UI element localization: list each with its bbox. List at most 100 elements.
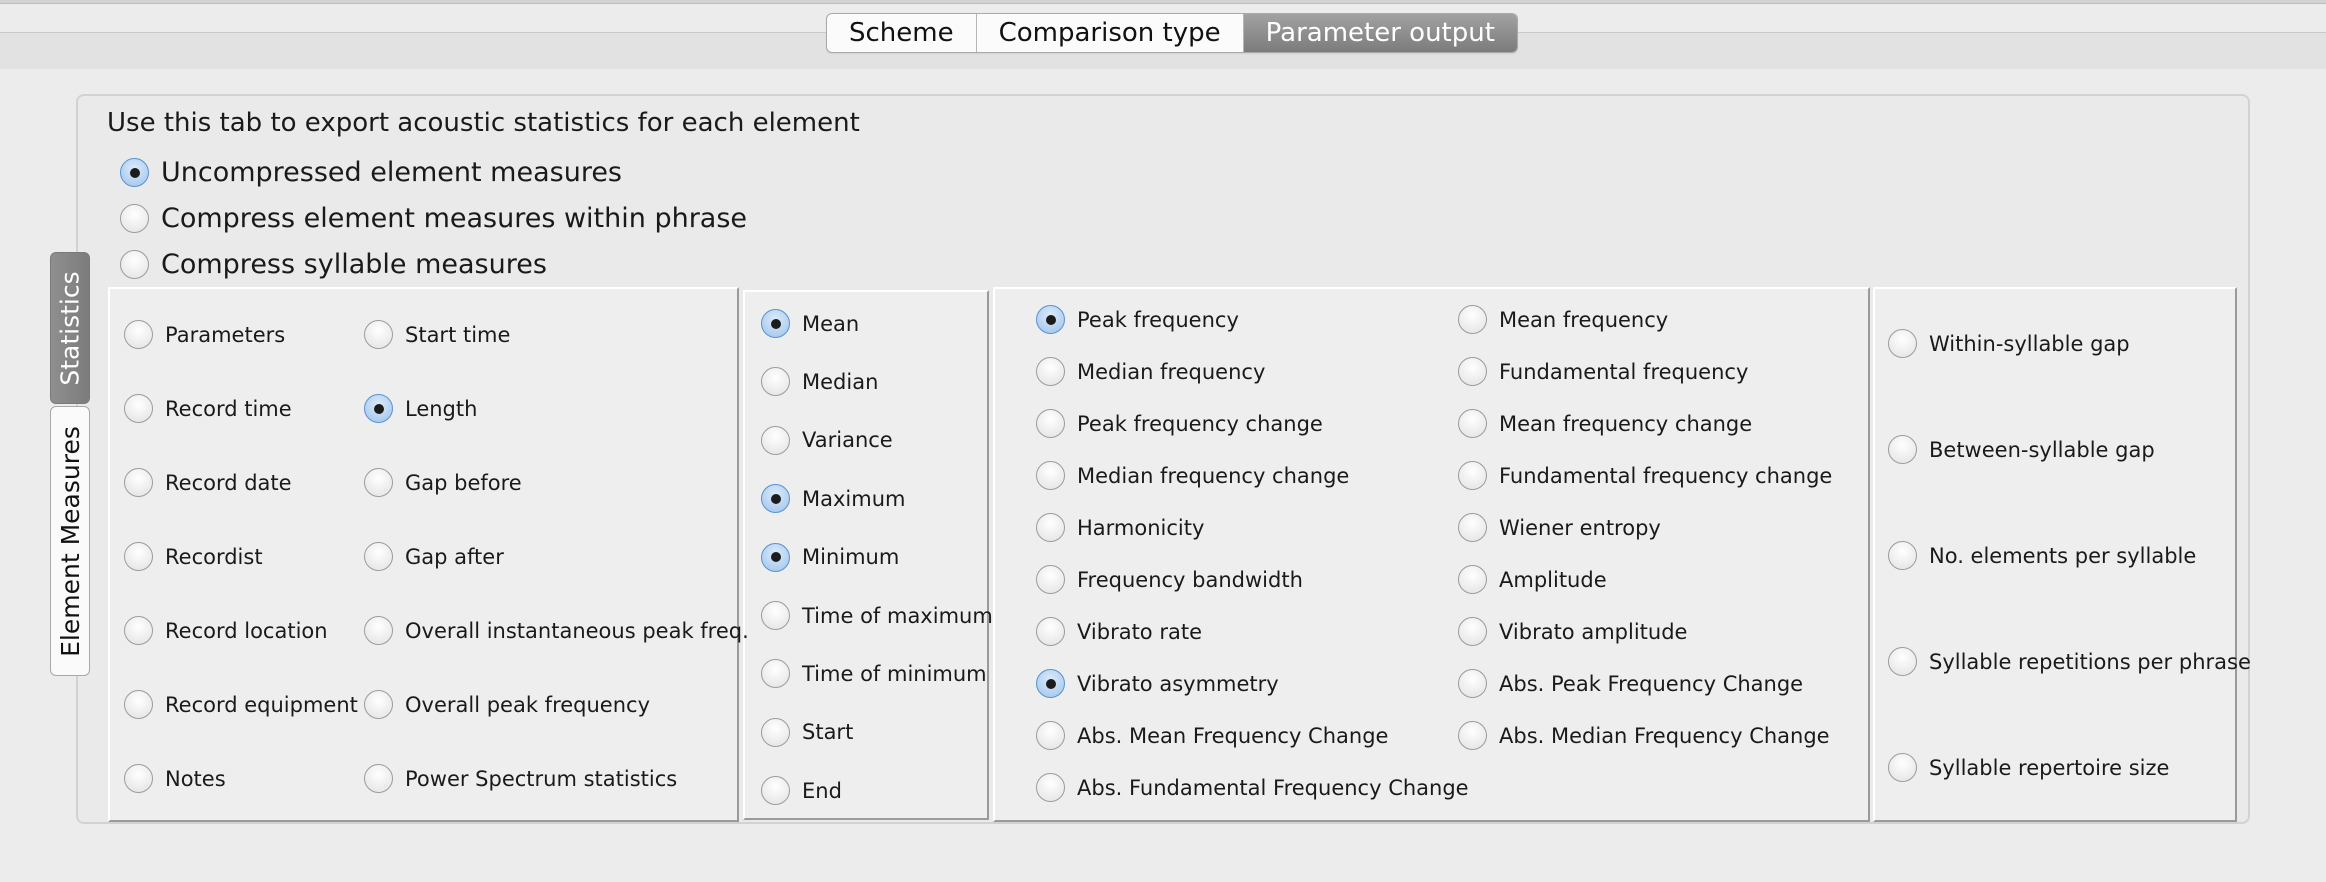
metadata-option-recordist[interactable]: Recordist <box>124 542 263 571</box>
radio-button-abs-median-frequency-change[interactable] <box>1458 721 1487 750</box>
measure-option-abs-mean-frequency-change[interactable]: Abs. Mean Frequency Change <box>1036 721 1388 750</box>
radio-button-vibrato-rate[interactable] <box>1036 617 1065 646</box>
measure-option-vibrato-asymmetry[interactable]: Vibrato asymmetry <box>1036 669 1279 698</box>
radio-button-time-of-minimum[interactable] <box>761 659 790 689</box>
radio-button-abs-fundamental-frequency-change[interactable] <box>1036 773 1065 802</box>
tab-scheme[interactable]: Scheme <box>827 14 977 52</box>
radio-button-syllable-repetitions-per-phrase[interactable] <box>1888 647 1917 676</box>
compression-option-compress-syllable-measures[interactable]: Compress syllable measures <box>120 249 547 280</box>
radio-button-frequency-bandwidth[interactable] <box>1036 565 1065 594</box>
radio-button-median-frequency[interactable] <box>1036 357 1065 386</box>
measure-option-median-frequency[interactable]: Median frequency <box>1036 357 1265 386</box>
radio-button-within-syllable-gap[interactable] <box>1888 329 1917 358</box>
measure-option-median-frequency-change[interactable]: Median frequency change <box>1036 461 1349 490</box>
side-tab-element-measures[interactable]: Element Measures <box>50 406 90 676</box>
statistic-option-mean[interactable]: Mean <box>761 309 859 338</box>
metadata-option-record-date[interactable]: Record date <box>124 468 292 497</box>
radio-button-peak-frequency-change[interactable] <box>1036 409 1065 438</box>
radio-button-gap-after[interactable] <box>364 542 393 571</box>
radio-button-compress-syllable-measures[interactable] <box>120 250 149 279</box>
tab-comparison-type[interactable]: Comparison type <box>977 14 1244 52</box>
radio-button-wiener-entropy[interactable] <box>1458 513 1487 542</box>
compression-option-compress-element-measures-within-phrase[interactable]: Compress element measures within phrase <box>120 203 747 234</box>
statistic-option-end[interactable]: End <box>761 776 842 806</box>
radio-button-no-elements-per-syllable[interactable] <box>1888 541 1917 570</box>
metadata-option-start-time[interactable]: Start time <box>364 320 510 349</box>
radio-button-parameters[interactable] <box>124 320 153 349</box>
compression-option-uncompressed-element-measures[interactable]: Uncompressed element measures <box>120 157 622 188</box>
radio-button-harmonicity[interactable] <box>1036 513 1065 542</box>
radio-button-peak-frequency[interactable] <box>1036 305 1065 334</box>
side-tab-statistics[interactable]: Statistics <box>50 252 90 404</box>
radio-button-time-of-maximum[interactable] <box>761 601 790 630</box>
metadata-option-record-location[interactable]: Record location <box>124 616 328 645</box>
radio-button-amplitude[interactable] <box>1458 565 1487 594</box>
metadata-option-gap-after[interactable]: Gap after <box>364 542 504 571</box>
metadata-option-length[interactable]: Length <box>364 394 477 423</box>
metadata-option-overall-peak-frequency[interactable]: Overall peak frequency <box>364 690 650 719</box>
metadata-option-parameters[interactable]: Parameters <box>124 320 285 349</box>
radio-button-mean-frequency[interactable] <box>1458 305 1487 334</box>
statistic-option-median[interactable]: Median <box>761 367 878 397</box>
syllable-option-no-elements-per-syllable[interactable]: No. elements per syllable <box>1888 541 2196 570</box>
syllable-option-syllable-repertoire-size[interactable]: Syllable repertoire size <box>1888 753 2169 782</box>
radio-button-start-time[interactable] <box>364 320 393 349</box>
radio-button-start[interactable] <box>761 717 790 747</box>
radio-button-syllable-repertoire-size[interactable] <box>1888 753 1917 782</box>
measure-option-frequency-bandwidth[interactable]: Frequency bandwidth <box>1036 565 1303 594</box>
measure-option-wiener-entropy[interactable]: Wiener entropy <box>1458 513 1661 542</box>
radio-button-power-spectrum-statistics[interactable] <box>364 764 393 793</box>
radio-button-abs-mean-frequency-change[interactable] <box>1036 721 1065 750</box>
radio-button-end[interactable] <box>761 776 790 806</box>
radio-button-overall-instantaneous-peak-freq[interactable] <box>364 616 393 645</box>
measure-option-mean-frequency-change[interactable]: Mean frequency change <box>1458 409 1752 438</box>
measure-option-fundamental-frequency-change[interactable]: Fundamental frequency change <box>1458 461 1832 490</box>
measure-option-mean-frequency[interactable]: Mean frequency <box>1458 305 1668 334</box>
statistic-option-time-of-minimum[interactable]: Time of minimum <box>761 659 987 689</box>
syllable-option-within-syllable-gap[interactable]: Within-syllable gap <box>1888 329 2130 358</box>
radio-button-gap-before[interactable] <box>364 468 393 497</box>
radio-button-minimum[interactable] <box>761 542 790 572</box>
radio-button-fundamental-frequency-change[interactable] <box>1458 461 1487 490</box>
radio-button-between-syllable-gap[interactable] <box>1888 435 1917 464</box>
radio-button-median-frequency-change[interactable] <box>1036 461 1065 490</box>
metadata-option-gap-before[interactable]: Gap before <box>364 468 522 497</box>
metadata-option-overall-instantaneous-peak-freq[interactable]: Overall instantaneous peak freq. <box>364 616 749 645</box>
measure-option-abs-median-frequency-change[interactable]: Abs. Median Frequency Change <box>1458 721 1830 750</box>
radio-button-record-date[interactable] <box>124 468 153 497</box>
metadata-option-record-time[interactable]: Record time <box>124 394 292 423</box>
radio-button-mean[interactable] <box>761 309 790 338</box>
statistic-option-time-of-maximum[interactable]: Time of maximum <box>761 601 993 630</box>
radio-button-abs-peak-frequency-change[interactable] <box>1458 669 1487 698</box>
measure-option-abs-fundamental-frequency-change[interactable]: Abs. Fundamental Frequency Change <box>1036 773 1469 802</box>
radio-button-length[interactable] <box>364 394 393 423</box>
measure-option-fundamental-frequency[interactable]: Fundamental frequency <box>1458 357 1748 386</box>
radio-button-record-time[interactable] <box>124 394 153 423</box>
statistic-option-minimum[interactable]: Minimum <box>761 542 899 572</box>
radio-button-overall-peak-frequency[interactable] <box>364 690 393 719</box>
radio-button-maximum[interactable] <box>761 484 790 514</box>
radio-button-variance[interactable] <box>761 425 790 455</box>
radio-button-fundamental-frequency[interactable] <box>1458 357 1487 386</box>
radio-button-mean-frequency-change[interactable] <box>1458 409 1487 438</box>
syllable-option-syllable-repetitions-per-phrase[interactable]: Syllable repetitions per phrase <box>1888 647 2251 676</box>
radio-button-median[interactable] <box>761 367 790 397</box>
radio-button-compress-element-measures-within-phrase[interactable] <box>120 204 149 233</box>
radio-button-record-location[interactable] <box>124 616 153 645</box>
metadata-option-notes[interactable]: Notes <box>124 764 226 793</box>
tab-parameter-output[interactable]: Parameter output <box>1243 14 1517 52</box>
radio-button-recordist[interactable] <box>124 542 153 571</box>
measure-option-amplitude[interactable]: Amplitude <box>1458 565 1607 594</box>
measure-option-peak-frequency[interactable]: Peak frequency <box>1036 305 1239 334</box>
radio-button-vibrato-asymmetry[interactable] <box>1036 669 1065 698</box>
metadata-option-power-spectrum-statistics[interactable]: Power Spectrum statistics <box>364 764 677 793</box>
radio-button-vibrato-amplitude[interactable] <box>1458 617 1487 646</box>
measure-option-harmonicity[interactable]: Harmonicity <box>1036 513 1204 542</box>
measure-option-vibrato-amplitude[interactable]: Vibrato amplitude <box>1458 617 1687 646</box>
statistic-option-maximum[interactable]: Maximum <box>761 484 905 514</box>
syllable-option-between-syllable-gap[interactable]: Between-syllable gap <box>1888 435 2155 464</box>
measure-option-peak-frequency-change[interactable]: Peak frequency change <box>1036 409 1323 438</box>
measure-option-vibrato-rate[interactable]: Vibrato rate <box>1036 617 1202 646</box>
radio-button-notes[interactable] <box>124 764 153 793</box>
radio-button-uncompressed-element-measures[interactable] <box>120 158 149 187</box>
